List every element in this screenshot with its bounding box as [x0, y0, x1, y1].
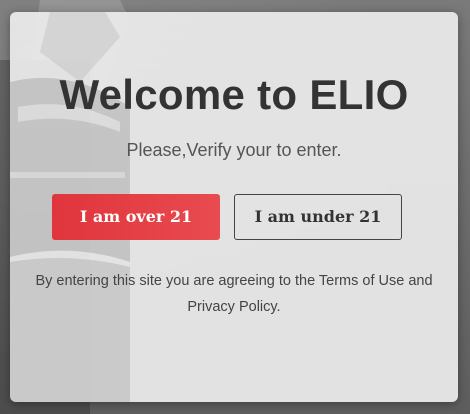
modal-title: Welcome to ELIO: [59, 71, 409, 118]
modal-subtitle: Please,Verify your to enter.: [126, 140, 342, 160]
terms-disclaimer: By entering this site you are agreeing t…: [35, 273, 433, 315]
under-21-button[interactable]: I am under 21: [234, 194, 402, 240]
age-verification-modal: Welcome to ELIO Please,Verify your to en…: [10, 12, 458, 402]
over-21-button[interactable]: I am over 21: [52, 194, 220, 240]
